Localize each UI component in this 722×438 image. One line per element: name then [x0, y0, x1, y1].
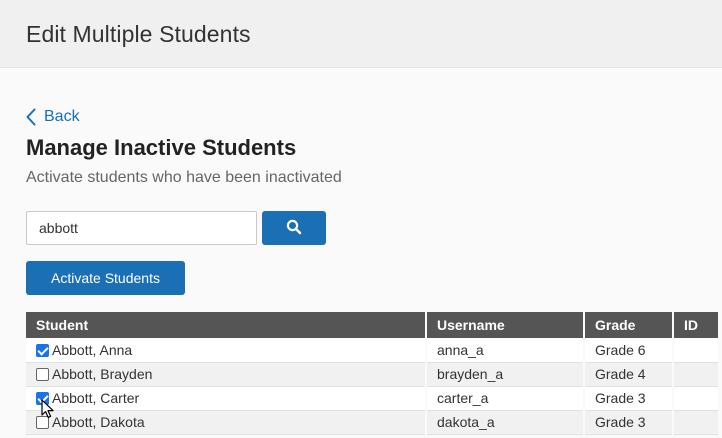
- app-title: Edit Multiple Students: [26, 21, 251, 47]
- row-checkbox[interactable]: [36, 392, 49, 405]
- search-button[interactable]: [262, 211, 326, 245]
- username-cell: carter_a: [426, 386, 585, 411]
- back-label: Back: [44, 108, 80, 125]
- top-bar: Edit Multiple Students: [0, 0, 722, 68]
- username-cell: dakota_a: [426, 410, 585, 435]
- student-cell: Abbott, Dakota: [26, 410, 427, 435]
- grade-cell: Grade 6: [584, 338, 674, 363]
- student-name: Abbott, Brayden: [52, 366, 153, 382]
- search-input[interactable]: [26, 211, 257, 245]
- username-cell: brayden_a: [426, 362, 585, 387]
- username-cell: anna_a: [426, 338, 585, 363]
- id-cell: [673, 362, 718, 387]
- student-cell: Abbott, Carter: [26, 386, 427, 411]
- table-row[interactable]: Abbott, Brayden brayden_a Grade 4: [26, 362, 718, 387]
- row-checkbox[interactable]: [36, 343, 49, 357]
- table-row[interactable]: Abbott, Carter carter_a Grade 3: [26, 386, 718, 411]
- row-checkbox[interactable]: [36, 368, 49, 381]
- students-table: Student Username Grade ID Abbott, Anna an…: [26, 312, 718, 435]
- grade-cell: Grade 3: [584, 410, 674, 435]
- table-header-row: Student Username Grade ID: [26, 312, 718, 338]
- chevron-left-icon: [26, 108, 36, 126]
- back-link[interactable]: Back: [26, 106, 80, 128]
- grade-cell: Grade 3: [584, 386, 674, 411]
- page-subtitle: Activate students who have been inactiva…: [26, 169, 342, 186]
- page-title: Manage Inactive Students: [26, 135, 297, 160]
- column-header-student[interactable]: Student: [26, 312, 427, 338]
- search-icon: [286, 219, 302, 238]
- column-header-username[interactable]: Username: [426, 312, 585, 338]
- table-row[interactable]: Abbott, Dakota dakota_a Grade 3: [26, 410, 718, 435]
- column-header-grade[interactable]: Grade: [584, 312, 674, 338]
- student-name: Abbott, Anna: [52, 341, 133, 358]
- table-row[interactable]: Abbott, Anna anna_a Grade 6: [26, 338, 718, 363]
- student-name: Abbott, Carter: [52, 390, 140, 406]
- activate-students-button[interactable]: Activate Students: [26, 261, 185, 295]
- id-cell: [673, 410, 718, 435]
- student-cell: Abbott, Anna: [26, 338, 427, 363]
- id-cell: [673, 338, 718, 363]
- id-cell: [673, 386, 718, 411]
- grade-cell: Grade 4: [584, 362, 674, 387]
- row-checkbox[interactable]: [36, 416, 49, 429]
- column-header-id[interactable]: ID: [673, 312, 718, 338]
- student-name: Abbott, Dakota: [52, 414, 145, 430]
- student-cell: Abbott, Brayden: [26, 362, 427, 387]
